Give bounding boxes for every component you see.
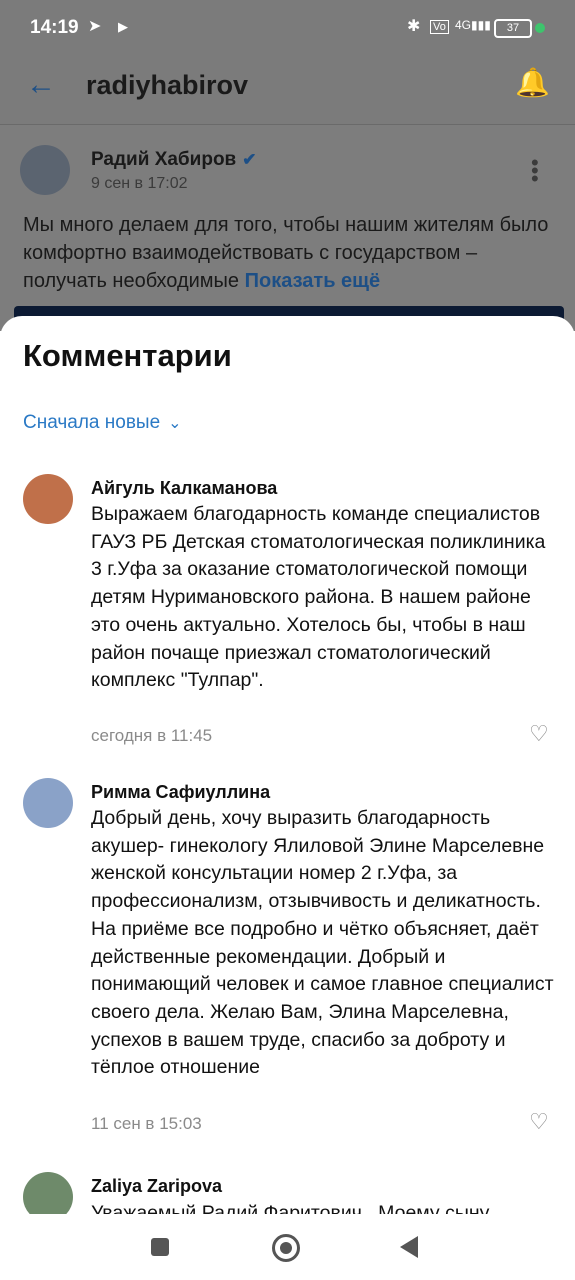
verified-check-icon: ✔ bbox=[242, 150, 257, 169]
status-dot-icon bbox=[535, 23, 545, 33]
arrow-left-icon[interactable]: ← bbox=[26, 68, 56, 102]
commenter-avatar[interactable] bbox=[23, 1172, 73, 1214]
comment-time: сегодня в 11:45 bbox=[91, 726, 213, 745]
bell-plus-icon[interactable]: 🔔 bbox=[515, 66, 550, 99]
account-title: radiyhabirov bbox=[86, 70, 249, 100]
post-author-row[interactable]: Радий Хабиров ✔ bbox=[91, 149, 257, 171]
post-date: 9 сен в 17:02 bbox=[91, 175, 188, 192]
telegram-icon: ➤ bbox=[88, 18, 102, 35]
recents-icon[interactable] bbox=[151, 1238, 169, 1256]
commenter-avatar[interactable] bbox=[23, 474, 73, 524]
system-nav-bar bbox=[0, 1214, 575, 1280]
comment-time: 11 сен в 15:03 bbox=[91, 1114, 202, 1133]
heart-icon[interactable]: ♡ bbox=[529, 1109, 549, 1135]
app-bar: ← radiyhabirov 🔔 bbox=[0, 56, 575, 118]
heart-icon[interactable]: ♡ bbox=[529, 721, 549, 747]
more-options-icon[interactable]: • • • bbox=[531, 152, 539, 190]
commenter-avatar[interactable] bbox=[23, 778, 73, 828]
comment-author[interactable]: Zaliya Zaripova bbox=[91, 1176, 222, 1197]
sheet-title: Комментарии bbox=[23, 338, 232, 373]
comment-text: Уважаемый Радий Фаритович , Моему сыну bbox=[91, 1202, 490, 1214]
home-icon[interactable] bbox=[272, 1234, 300, 1262]
post-card: Радий Хабиров ✔ 9 сен в 17:02 • • • Мы мног… bbox=[0, 124, 575, 331]
signal-icon: 4G▮▮▮ bbox=[455, 18, 491, 32]
comments-sheet: Комментарии Сначала новые ⌄ Айгуль Калкам… bbox=[0, 316, 575, 1214]
volte-icon: Vo bbox=[430, 20, 449, 34]
post-author[interactable]: Радий Хабиров bbox=[91, 149, 236, 170]
status-time: 14:19 bbox=[30, 17, 79, 38]
back-triangle-icon[interactable] bbox=[400, 1236, 418, 1258]
comment-text: Добрый день, хочу выразить благодарность… bbox=[91, 807, 554, 1079]
show-more-link[interactable]: Показать ещё bbox=[245, 270, 381, 292]
author-avatar[interactable] bbox=[20, 145, 70, 195]
comment-author[interactable]: Римма Сафиуллина bbox=[91, 782, 270, 803]
play-icon: ▶ bbox=[118, 19, 128, 34]
bluetooth-icon: ✱ bbox=[407, 18, 421, 35]
status-bar: 14:19 ➤ ▶ ✱ Vo 4G▮▮▮ 37 bbox=[0, 0, 575, 56]
comment-text: Выражаем благодарность команде специалис… bbox=[91, 503, 546, 692]
post-text: Мы много делаем для того, чтобы нашим жи… bbox=[23, 211, 558, 295]
battery-icon: 37 bbox=[494, 19, 532, 38]
comment-author[interactable]: Айгуль Калкаманова bbox=[91, 478, 277, 499]
sort-dropdown[interactable]: Сначала новые ⌄ bbox=[23, 412, 182, 434]
sort-label[interactable]: Сначала новые bbox=[23, 412, 160, 433]
chevron-down-icon[interactable]: ⌄ bbox=[168, 415, 181, 432]
